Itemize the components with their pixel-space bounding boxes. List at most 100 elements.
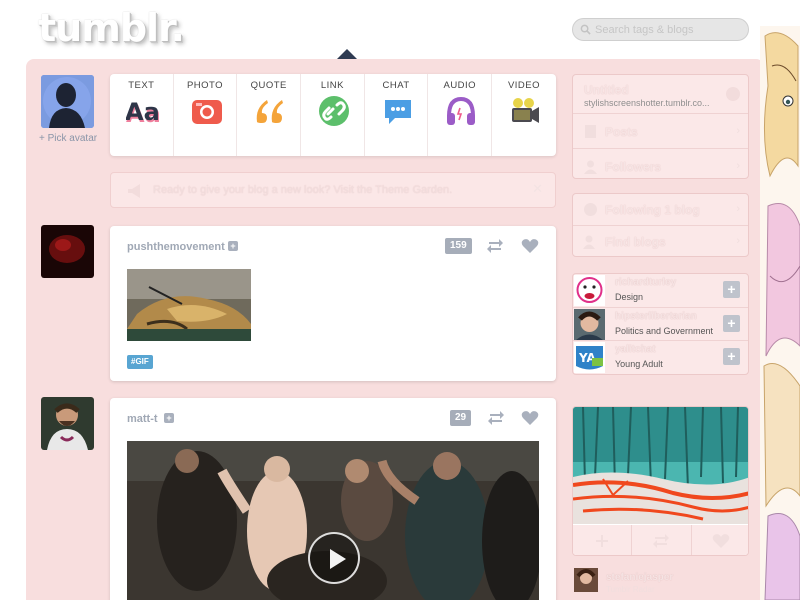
reblog-icon[interactable] [486,238,504,254]
compose-chat-button[interactable]: CHAT [365,74,429,156]
radar-follow-button[interactable] [573,525,633,555]
sidebar-item-followers[interactable]: Followers › [573,148,748,178]
chevron-right-icon: › [736,235,740,247]
svg-text:Aa: Aa [126,98,160,126]
post-card: pushthemovement + 159 #GIF [110,226,556,381]
like-heart-icon[interactable] [521,410,539,426]
sidebar-item-label: Find blogs [605,235,666,249]
radar-label: Tumblr Radar [606,585,655,594]
tumblr-radar [572,406,749,556]
radar-author[interactable]: stefaniejasper Tumblr Radar [572,568,749,600]
recommended-blog-avatar[interactable]: YA [574,342,605,373]
recommended-blog-category: Design [615,292,644,302]
blog-url: stylishscreenshotter.tumblr.co... [584,98,710,108]
recommended-blog-name: hipsterlibertarian [615,311,697,322]
dashboard-tab-indicator [337,49,357,59]
play-button[interactable] [308,532,360,584]
follow-plus-icon[interactable]: + [228,241,238,251]
post-type-label: CHAT [382,80,410,91]
recommended-blog-category: Young Adult [615,359,663,369]
follow-plus-button[interactable]: + [723,348,740,365]
recommended-blog-row[interactable]: richardturley Design + [573,274,748,307]
camera-icon [191,100,222,124]
post-author-avatar[interactable] [41,397,94,450]
notes-count[interactable]: 29 [450,410,472,426]
post-author-name[interactable]: matt-t [127,413,158,425]
post-type-label: TEXT [128,80,155,91]
post-type-label: PHOTO [186,80,224,91]
gif-image[interactable] [127,269,251,341]
megaphone-icon [128,184,140,198]
radar-author-avatar[interactable] [574,568,598,592]
sidebar-item-following[interactable]: Following 1 blog › [573,194,748,225]
video-camera-icon [512,98,540,123]
close-banner-button[interactable]: ✕ [532,181,543,197]
sidebar-item-label: Posts [605,125,638,139]
headphones-icon [447,96,476,125]
video-player[interactable] [127,441,539,600]
recommended-blog-row[interactable]: YA yalitchat Young Adult + [573,340,748,373]
compose-link-button[interactable]: LINK [301,74,365,156]
like-heart-icon[interactable] [521,238,539,254]
play-icon [330,549,346,569]
post-author-name[interactable]: pushthemovement [127,241,225,253]
recommended-blog-avatar[interactable] [574,275,605,306]
search-icon [580,24,591,35]
recommended-blog-name: richardturley [615,277,677,288]
recommended-blog-name: yalitchat [615,344,656,355]
blog-header[interactable]: Untitled stylishscreenshotter.tumblr.co.… [573,75,748,113]
link-icon [319,96,350,126]
post-type-label: QUOTE [250,80,287,91]
tumblr-logo[interactable]: tumblr. [38,6,185,50]
reblog-icon[interactable] [487,410,505,426]
chevron-right-icon: › [736,125,740,137]
post-card: matt-t + 29 [110,398,556,600]
text-aa-icon: AaAa [126,98,160,128]
search-box[interactable] [572,18,749,41]
plus-icon [596,535,609,547]
notes-count[interactable]: 159 [445,238,472,254]
blog-title: Untitled [584,83,629,97]
following-menu: Following 1 blog › Find blogs › [572,193,749,257]
post-type-label: LINK [320,80,344,91]
like-heart-icon [712,534,730,548]
chevron-right-icon: › [736,160,740,172]
recommended-blog-row[interactable]: hipsterlibertarian Politics and Governme… [573,307,748,340]
find-blogs-icon [583,235,595,249]
posts-icon [585,125,596,138]
post-author-avatar[interactable] [41,225,94,278]
reblog-icon [653,534,670,548]
user-avatar[interactable] [41,75,94,128]
theme-garden-banner[interactable]: Ready to give your blog a new look? Visi… [110,172,556,208]
sidebar-item-posts[interactable]: Posts › [573,113,748,148]
radar-reblog-button[interactable] [632,525,692,555]
recommended-blogs: richardturley Design + hipsterlibertaria… [572,273,749,375]
radar-author-name: stefaniejasper [606,572,674,583]
radar-like-button[interactable] [692,525,748,555]
recommended-blog-category: Politics and Government [615,326,714,336]
post-type-label: AUDIO [443,80,477,91]
pick-avatar-link[interactable]: + Pick avatar [39,133,97,144]
follow-plus-button[interactable]: + [723,281,740,298]
follow-plus-icon[interactable]: + [164,413,174,423]
recommended-blog-avatar[interactable] [574,309,605,340]
gif-tag[interactable]: #GIF [127,355,153,369]
post-type-label: VIDEO [507,80,540,91]
radar-image[interactable] [573,407,748,524]
follow-plus-button[interactable]: + [723,315,740,332]
following-icon [584,203,597,216]
sidebar-item-find-blogs[interactable]: Find blogs › [573,225,748,256]
chat-icon [384,100,411,124]
quote-icon [257,100,284,123]
compose-quote-button[interactable]: QUOTE [237,74,302,156]
compose-photo-button[interactable]: PHOTO [174,74,238,156]
compose-video-button[interactable]: VIDEO [492,74,556,156]
followers-icon [584,160,597,174]
compose-audio-button[interactable]: AUDIO [428,74,493,156]
compose-text-button[interactable]: TEXT Aa Aa [110,74,174,156]
search-input[interactable] [595,22,745,38]
blog-dropdown-icon[interactable] [726,87,740,101]
blog-menu: Untitled stylishscreenshotter.tumblr.co.… [572,74,749,179]
radar-actions [573,525,748,555]
chevron-right-icon: › [736,203,740,215]
